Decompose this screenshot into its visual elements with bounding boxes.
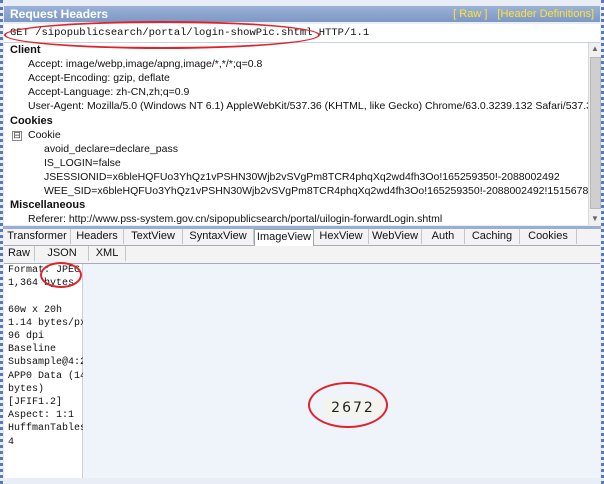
info-huffman: HuffmanTables: — [8, 423, 93, 435]
cookie-jsessionid[interactable]: JSESSIONID=x6bleHQFUo3YhQz1vPSHN30Wjb2vS… — [44, 171, 560, 183]
header-links: [ Raw ] [Header Definitions] — [453, 6, 594, 22]
cookie-is-login[interactable]: IS_LOGIN=false — [44, 157, 121, 169]
response-subtabs: Raw JSON XML — [4, 246, 600, 264]
tab-auth[interactable]: Auth — [422, 229, 465, 244]
tab-raw[interactable]: Raw — [4, 246, 35, 261]
cookie-wee-sid[interactable]: WEE_SID=x6bleHQFUo3YhQz1vPSHN30Wjb2vSVgP… — [44, 185, 588, 197]
image-info-panel: Format: JPEG 1,364 bytes 60w x 20h 1.14 … — [4, 264, 99, 478]
request-line: GET /sipopublicsearch/portal/login-showP… — [4, 24, 600, 43]
info-dimensions: 60w x 20h — [8, 304, 63, 316]
headers-scrollbar[interactable]: ▲ ▼ — [588, 43, 601, 225]
tab-transformer[interactable]: Transformer — [4, 229, 71, 244]
info-format: Format: JPEG — [8, 265, 81, 276]
tab-headers[interactable]: Headers — [71, 229, 124, 244]
info-size: 1,364 bytes — [8, 278, 75, 290]
headers-tree: Client Accept: image/webp,image/apng,ima… — [4, 43, 588, 225]
info-aspect: Aspect: 1:1 — [8, 410, 75, 422]
image-preview: 2672 — [83, 264, 600, 478]
tab-textview[interactable]: TextView — [124, 229, 183, 244]
scroll-up-icon[interactable]: ▲ — [589, 43, 601, 55]
section-miscellaneous[interactable]: Miscellaneous — [10, 199, 85, 211]
info-app0: APP0 Data (14 — [8, 370, 87, 382]
cookie-node[interactable]: Cookie — [28, 129, 61, 141]
header-accept-language[interactable]: Accept-Language: zh-CN,zh;q=0.9 — [28, 86, 189, 98]
request-headers-titlebar: Request Headers [ Raw ] [Header Definitio… — [4, 6, 600, 22]
info-jfif: [JFIF1.2] — [8, 397, 63, 409]
tab-cookies[interactable]: Cookies — [520, 229, 577, 244]
section-cookies[interactable]: Cookies — [10, 115, 53, 127]
header-definitions-link[interactable]: [Header Definitions] — [497, 8, 594, 20]
request-headers-title: Request Headers — [10, 7, 109, 21]
header-user-agent[interactable]: User-Agent: Mozilla/5.0 (Windows NT 6.1)… — [28, 100, 588, 112]
collapse-icon[interactable]: ⊟ — [12, 131, 22, 141]
header-accept-encoding[interactable]: Accept-Encoding: gzip, deflate — [28, 72, 170, 84]
tab-webview[interactable]: WebView — [369, 229, 422, 244]
section-client[interactable]: Client — [10, 44, 41, 56]
tab-json[interactable]: JSON — [36, 246, 89, 261]
tab-syntaxview[interactable]: SyntaxView — [183, 229, 254, 244]
info-baseline: Baseline — [8, 344, 57, 356]
scroll-down-icon[interactable]: ▼ — [589, 213, 601, 225]
header-referer[interactable]: Referer: http://www.pss-system.gov.cn/si… — [28, 213, 442, 225]
info-app0-bytes: bytes) — [8, 383, 45, 395]
captcha-image: 2672 — [323, 398, 383, 418]
info-blank — [4, 290, 82, 303]
response-tabs: Transformer Headers TextView SyntaxView … — [4, 229, 600, 246]
request-line-text: GET /sipopublicsearch/portal/login-showP… — [10, 27, 370, 39]
info-dpi: 96 dpi — [8, 331, 45, 343]
raw-link[interactable]: [ Raw ] — [453, 8, 487, 20]
cookie-avoid-declare[interactable]: avoid_declare=declare_pass — [44, 143, 178, 155]
info-huffman-count: 4 — [8, 436, 15, 448]
header-accept[interactable]: Accept: image/webp,image/apng,image/*,*/… — [28, 58, 262, 70]
info-bytes-per-px: 1.14 bytes/px — [8, 317, 87, 329]
tab-imageview[interactable]: ImageView — [254, 229, 314, 246]
tab-caching[interactable]: Caching — [465, 229, 520, 244]
scroll-thumb[interactable] — [590, 57, 601, 209]
tab-hexview[interactable]: HexView — [314, 229, 369, 244]
info-subsample: Subsample@4:2:0 — [8, 357, 99, 369]
tab-xml[interactable]: XML — [89, 246, 126, 261]
